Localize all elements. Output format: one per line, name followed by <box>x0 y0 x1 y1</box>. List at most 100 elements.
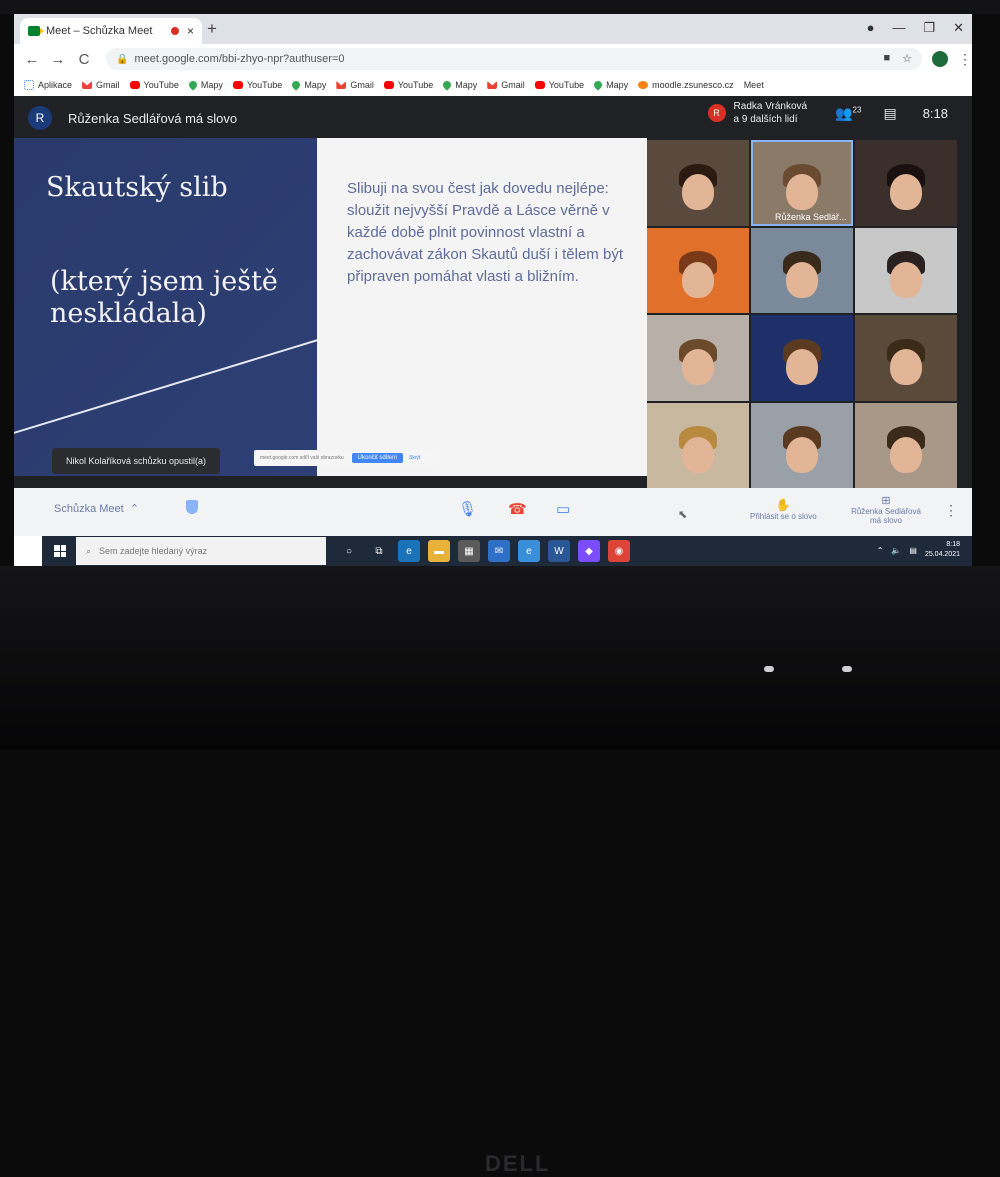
address-bar-row: ← → C 🔒 meet.google.com/bbi-zhyo-npr?aut… <box>14 44 972 74</box>
network-icon[interactable]: ▤ <box>909 546 917 555</box>
maps-icon <box>592 79 604 91</box>
bookmark-item[interactable]: Aplikace <box>24 80 72 90</box>
slide-body-text: Slibuji na svou čest jak dovedu nejlépe:… <box>347 180 623 285</box>
mail-icon[interactable]: ✉ <box>488 540 510 562</box>
url-input[interactable]: 🔒 meet.google.com/bbi-zhyo-npr?authuser=… <box>106 48 922 70</box>
bookmark-item[interactable]: Gmail <box>336 80 374 90</box>
windows-start-icon[interactable] <box>54 545 66 557</box>
participant-video-tile[interactable] <box>751 315 853 401</box>
bookmark-item[interactable]: Meet <box>744 80 764 90</box>
presenting-button[interactable]: ⊞ Růženka Sedlářová má slovo <box>846 494 926 525</box>
taskbar-clock[interactable]: 8:18 25.04.2021 <box>925 540 960 560</box>
participant-face <box>786 436 818 473</box>
participant-face <box>890 436 922 473</box>
reload-button[interactable]: C <box>76 51 92 68</box>
paint-icon[interactable]: ◆ <box>578 540 600 562</box>
bookmark-item[interactable]: YouTube <box>383 80 433 90</box>
chrome-icon[interactable]: ◉ <box>608 540 630 562</box>
microphone-icon: 🎙 <box>458 501 478 518</box>
slide-subtitle: (který jsem ještě nesklá­dala) <box>50 266 278 329</box>
bookmark-item[interactable]: YouTube <box>232 80 282 90</box>
participant-video-tile[interactable] <box>751 227 853 313</box>
minimize-button[interactable]: — <box>892 20 905 36</box>
participant-face <box>890 174 922 211</box>
recording-indicator-icon <box>170 27 179 35</box>
bookmark-item[interactable]: YouTube <box>129 80 179 90</box>
bookmark-label: Mapy <box>455 80 478 90</box>
camera-icon[interactable]: ■ <box>883 52 890 65</box>
raise-hand-button[interactable]: ✋ Přihlásit se o slovo <box>750 498 817 521</box>
edge-icon[interactable]: e <box>398 540 420 562</box>
taskbar-date: 25.04.2021 <box>924 551 960 558</box>
browser-tab-bar: Meet – Schůzka Meet × + ● — ❐ ✕ <box>14 14 972 44</box>
meet-favicon-icon <box>28 26 44 36</box>
star-icon[interactable]: ☆ <box>902 52 912 65</box>
back-button[interactable]: ← <box>24 51 40 68</box>
more-options-icon[interactable]: ⋮ <box>944 502 958 519</box>
participant-video-tile[interactable]: Růženka Sedlář... <box>751 140 853 226</box>
participant-video-tile[interactable] <box>855 402 957 488</box>
present-screen-icon: ⊞ <box>881 495 891 507</box>
pinned-speaker-bar: R Růženka Sedlářová má slovo <box>28 106 237 130</box>
internet-explorer-icon[interactable]: e <box>518 540 540 562</box>
close-window-button[interactable]: ✕ <box>953 20 964 36</box>
meeting-details-button[interactable]: Schůzka Meet ⌃ <box>54 502 139 515</box>
tray-chevron-icon[interactable]: ⌃ <box>877 546 884 555</box>
camera-button[interactable]: ▭ <box>556 500 570 518</box>
maximize-button[interactable]: ❐ <box>923 20 935 36</box>
participant-video-tile[interactable] <box>647 140 749 226</box>
bookmark-item[interactable]: Mapy <box>187 79 223 91</box>
forward-button[interactable]: → <box>50 51 66 68</box>
participant-names: Radka Vránková a 9 dalších lidí <box>734 100 808 126</box>
system-tray: ⌃ 🔈 ▤ 8:18 25.04.2021 <box>877 540 960 560</box>
participant-line-2: a 9 dalších lidí <box>733 114 798 125</box>
participant-video-tile[interactable] <box>855 140 957 226</box>
browser-tab-meet[interactable]: Meet – Schůzka Meet × <box>20 18 202 44</box>
people-button[interactable]: 👥23 <box>835 105 861 122</box>
file-explorer-icon[interactable]: ▬ <box>428 540 450 562</box>
participant-video-tile[interactable] <box>647 227 749 313</box>
chat-icon[interactable]: ▤ <box>883 105 896 122</box>
participant-video-tile[interactable] <box>855 227 957 313</box>
omnibox-actions: ■ ☆ <box>883 52 912 65</box>
word-icon[interactable]: W <box>548 540 570 562</box>
hide-popup-button[interactable]: Skrýt <box>409 455 420 461</box>
store-icon[interactable]: ▦ <box>458 540 480 562</box>
yt-icon <box>534 81 545 89</box>
hang-up-icon: ☎ <box>508 501 527 518</box>
task-switch-icon[interactable]: ⧉ <box>368 540 390 562</box>
dell-logo: DELL <box>485 1151 551 1176</box>
volume-icon[interactable]: 🔈 <box>891 546 901 555</box>
monitor-bezel <box>0 0 1000 14</box>
bookmark-item[interactable]: Gmail <box>82 80 120 90</box>
participant-face <box>682 174 714 211</box>
bookmark-item[interactable]: Mapy <box>441 79 478 91</box>
moodle-icon <box>638 81 649 89</box>
participant-video-tile[interactable] <box>855 315 957 401</box>
new-tab-button[interactable]: + <box>207 19 217 39</box>
participant-video-tile[interactable] <box>647 402 749 488</box>
window-controls: ● — ❐ ✕ <box>867 20 964 36</box>
browser-menu-icon[interactable]: ⋮ <box>958 51 972 68</box>
bookmark-item[interactable]: Gmail <box>487 80 525 90</box>
participant-video-tile[interactable] <box>647 315 749 401</box>
participant-video-tile[interactable] <box>751 402 853 488</box>
task-view-icon[interactable]: ○ <box>338 540 360 562</box>
gmail-icon <box>487 81 498 89</box>
bookmark-item[interactable]: moodle.zsunesco.cz <box>638 80 734 90</box>
taskbar-search-input[interactable]: ⌕ Sem zadejte hledaný výraz <box>76 537 326 565</box>
mouse-cursor-icon: ⬉ <box>678 509 688 521</box>
tab-close-button[interactable]: × <box>187 24 194 38</box>
bookmark-item[interactable]: Mapy <box>290 79 326 91</box>
stop-sharing-button[interactable]: Ukončit sdílení <box>351 453 404 463</box>
taskbar-apps: ○ ⧉ e ▬ ▦ ✉ e W ◆ ◉ <box>338 540 630 562</box>
shield-icon[interactable] <box>186 500 198 514</box>
hang-up-button[interactable]: ☎ <box>508 500 527 518</box>
profile-avatar[interactable] <box>932 51 948 67</box>
laptop-screen: Meet – Schůzka Meet × + ● — ❐ ✕ ← → C 🔒 … <box>14 14 972 566</box>
microphone-button[interactable]: 🎙 <box>458 500 477 518</box>
bookmark-item[interactable]: Mapy <box>592 79 628 91</box>
bookmark-item[interactable]: YouTube <box>534 80 584 90</box>
participant-grid: Růženka Sedlář... <box>647 140 957 488</box>
participant-face <box>786 174 818 211</box>
